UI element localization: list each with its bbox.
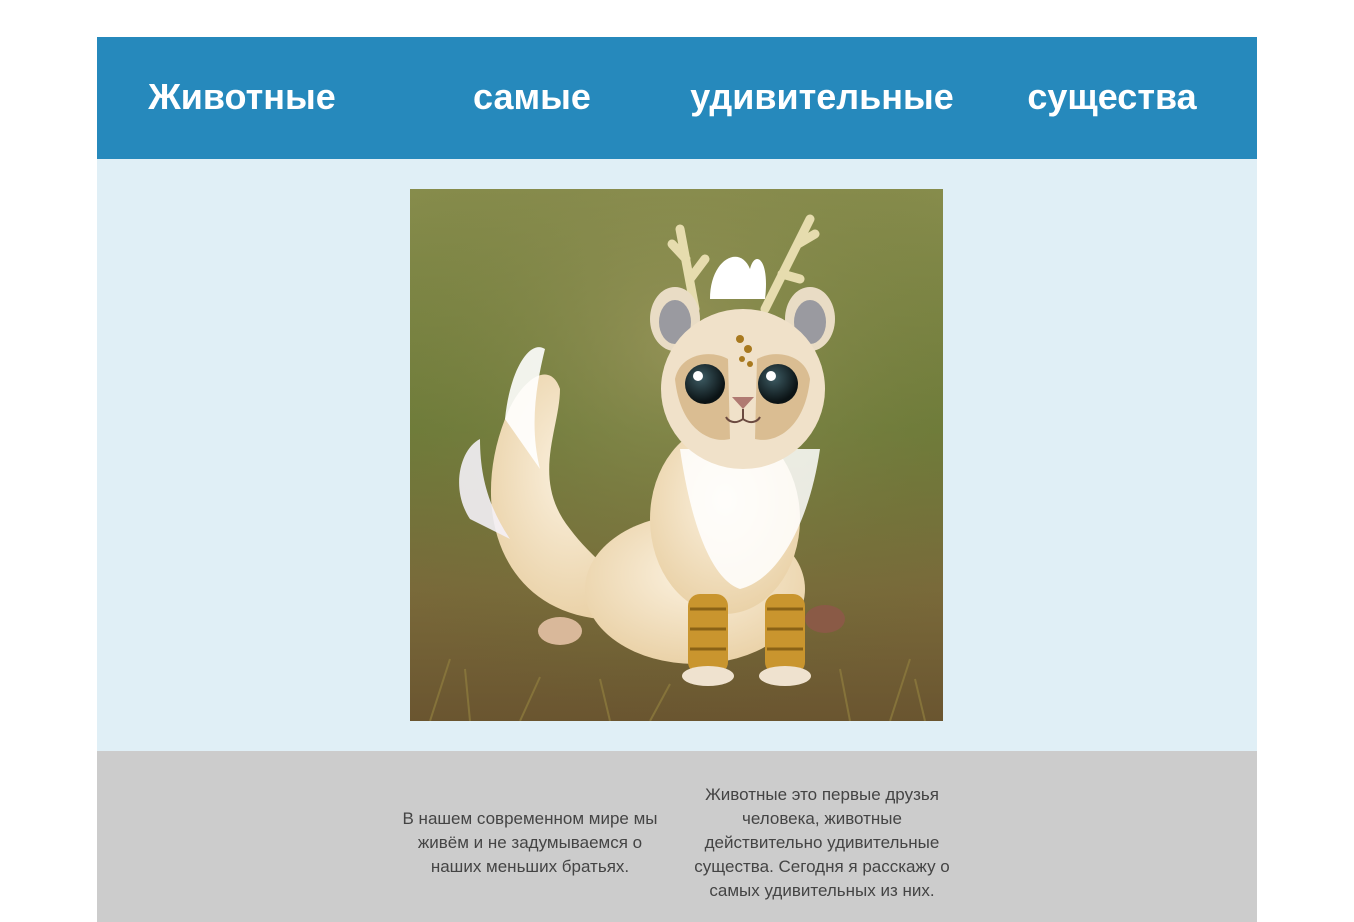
description-text: Животные это первые друзья человека, жив… [694,785,950,900]
site-header: Животные самые удивительные существа [97,37,1257,159]
intro-text: В нашем современном мире мы живём и не з… [402,809,658,876]
header-word-1: Животные [148,76,336,117]
header-word-4: существа [1027,76,1197,117]
page-container: Животные самые удивительные существа В н… [97,37,1257,922]
creature-photo [410,189,943,721]
hero-section [97,159,1257,751]
header-word-2: самые [473,76,591,117]
footer-section: В нашем современном мире мы живём и не з… [97,751,1257,922]
header-word-3: удивительные [690,76,954,117]
